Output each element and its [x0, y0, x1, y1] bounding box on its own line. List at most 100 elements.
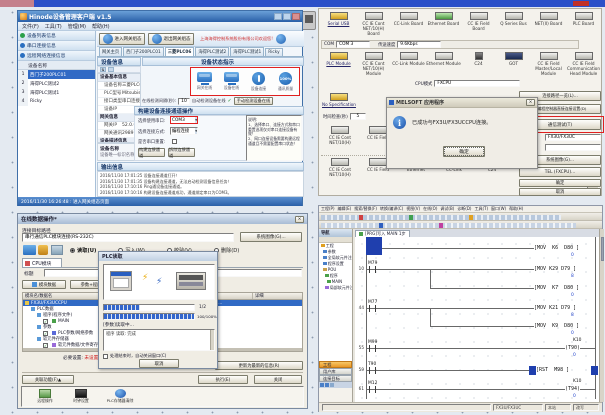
toolbar-row-2[interactable] [319, 221, 602, 229]
contact-icon[interactable] [369, 386, 376, 393]
property-group[interactable]: 设备基本信息 [98, 74, 140, 82]
module-got[interactable]: GOT [496, 52, 531, 76]
cancel-button[interactable]: 取消 [519, 188, 601, 196]
remote-operation-item[interactable]: 远程操作 [30, 389, 60, 404]
sort-icon[interactable]: ⇅ [100, 67, 106, 72]
menu-tool[interactable]: 工具(T) [474, 206, 488, 212]
nav-footer-strip[interactable] [319, 382, 352, 388]
instruction[interactable]: [MOV K29 D79 ] [534, 266, 576, 272]
module-cclink-board[interactable]: CC-Link Board [391, 12, 426, 36]
menu-manage[interactable]: 管理(M) [68, 23, 86, 30]
execute-button[interactable]: 执行(E) [198, 375, 248, 384]
coil[interactable]: (T94) [565, 386, 580, 392]
device-row[interactable]: 4 Ricky [18, 97, 95, 106]
module-ccie-field-head[interactable]: CC IE Field Communication Head Module [566, 52, 601, 76]
dialog-ok-button[interactable]: 确定 [443, 146, 485, 157]
maximize-button[interactable] [283, 13, 291, 20]
dialog-titlebar[interactable]: 在线数据操作* × [18, 214, 307, 224]
build-channel-button[interactable]: 构建连接通道 [138, 148, 165, 157]
system-image-button[interactable]: 系统图像(G)... [240, 232, 302, 242]
ok-button[interactable]: 确定 [519, 179, 601, 187]
cpu-module-tab[interactable]: CPU模块 [22, 258, 62, 267]
menu-project[interactable]: 工程(P) [321, 206, 335, 212]
module-ccie-cont-net[interactable]: CC IE Cont NET/10(H) [321, 158, 359, 177]
module-c24[interactable]: C24 [461, 52, 496, 76]
toolbar-circle-icon[interactable] [276, 34, 286, 44]
menu-window[interactable]: 窗口(W) [491, 206, 506, 212]
tab-device-1[interactable]: 西门子200PLC01 [123, 47, 164, 56]
module-net2-board[interactable]: NET(II) Board [531, 12, 566, 36]
device-row[interactable]: 3 海得PLC测试1 [18, 88, 95, 97]
menu-view[interactable]: 视图(V) [406, 206, 420, 212]
manual-check-button[interactable]: 手动检测设备在线 [234, 97, 274, 105]
property-row[interactable]: 设备名称三菱PLC01 [98, 82, 140, 90]
module-ethernet-board[interactable]: Ethernet Board [426, 12, 461, 36]
toolbar-row-1[interactable] [319, 213, 602, 221]
coil[interactable]: (T90) [565, 345, 580, 351]
device-row[interactable]: 2 海得PLC测试2 [18, 79, 95, 88]
connect-mode-select[interactable]: 编程连接 ▾ [170, 127, 198, 135]
menu-diagnostics[interactable]: 诊断(D) [457, 206, 471, 212]
module-plc-board[interactable]: PLC Board [566, 12, 601, 36]
dialog-titlebar[interactable]: MELSOFT 应用程序 × [387, 98, 537, 108]
ladder-canvas[interactable]: [MOV K6 D80 ] 0 10 M79 [MOV K29 D79 ] 8 … [355, 237, 599, 402]
enter-gateway-button[interactable]: 进入网关组态 [99, 33, 145, 45]
module-no-specification[interactable]: No Specification [321, 93, 357, 107]
module-ccie-field-board[interactable]: CC IE Field Board [461, 12, 496, 36]
progress-cancel-button[interactable]: 取消 [139, 359, 179, 368]
ladder-cursor-cell[interactable] [366, 237, 382, 255]
tab-device-2-selected[interactable]: 三菱PLC06 [165, 47, 195, 56]
list-scrollbar[interactable] [210, 330, 214, 350]
module-ccie-cont-module[interactable]: CC IE Cont NET/10(H) Module [356, 52, 391, 76]
tab-device-4[interactable]: 海得PLC测试1 [230, 47, 264, 56]
instruction[interactable]: [MOV K21 D79 ] [534, 305, 576, 311]
dialog-titlebar[interactable]: PLC读取 [99, 252, 217, 261]
speed-value-field[interactable]: 9.6Kbps [397, 41, 441, 48]
auto-close-checkbox[interactable] [103, 354, 108, 359]
module-data-button[interactable]: 模块数据 [22, 280, 66, 289]
menu-find[interactable]: 搜索/替换(F) [354, 206, 377, 212]
menu-edit[interactable]: 编辑(E) [338, 206, 352, 212]
scrollbar-thumb[interactable] [601, 237, 604, 261]
module-serial-usb[interactable]: Serial USB [321, 12, 356, 36]
dialog-close-icon[interactable]: × [526, 99, 535, 106]
tab-device-3[interactable]: 海得PLC测试2 [195, 47, 229, 56]
scrollbar-fragment[interactable] [301, 11, 316, 30]
reset-checkbox[interactable] [172, 139, 177, 144]
output-log[interactable]: 2016/11/30 17:01:25 设备连接通道打开！ 2016/11/30… [97, 171, 304, 197]
remove-channel-button[interactable]: 拆除连接通道 [168, 148, 195, 157]
menu-tools[interactable]: 工具(T) [45, 23, 62, 30]
exit-gateway-button[interactable]: 退出网关组态 [148, 33, 194, 45]
close-button[interactable] [292, 13, 300, 20]
vertical-scrollbar[interactable] [599, 229, 604, 402]
module-ethernet-module[interactable]: Ethernet Module [426, 52, 461, 76]
nav-button-project[interactable]: 工程 [319, 361, 352, 368]
com-port-select[interactable]: COM3 ▾ [170, 116, 198, 124]
menu-debug[interactable]: 调试(B) [440, 206, 454, 212]
interval-input[interactable]: 10 [178, 98, 190, 105]
tree-item[interactable]: 局部软元件注释 [319, 285, 352, 291]
property-row[interactable]: 接口类型串口连接 [98, 98, 140, 106]
instruction[interactable]: [MOV K9 D80 ] [534, 323, 579, 329]
instruction[interactable]: [MOV K7 D80 ] [534, 285, 579, 291]
module-ccie-cont-net[interactable]: CC IE Cont NET/10(H) [321, 126, 359, 145]
module-plc-module[interactable]: PLC Module [321, 52, 356, 76]
cpu-mode-field[interactable]: FXCPU [434, 80, 520, 87]
menu-help[interactable]: 帮助(H) [509, 206, 523, 212]
device-row-selected[interactable]: 1 西门子200PLC01 [18, 70, 95, 79]
module-q-series-bus[interactable]: Q Series Bus [496, 12, 531, 36]
menu-help[interactable]: 帮助(H) [92, 23, 110, 30]
category-icon[interactable] [108, 67, 114, 72]
related-functions-button[interactable]: 关联功能(F)▲ [22, 375, 74, 384]
menu-online[interactable]: 在线(O) [423, 206, 437, 212]
contact-icon[interactable] [369, 305, 376, 312]
contact-icon[interactable] [369, 345, 376, 352]
menu-file[interactable]: 文件(F) [22, 23, 39, 30]
com-value-field[interactable]: COM 3 [336, 41, 370, 48]
nav-button-connection[interactable]: 连接目标 [319, 375, 352, 382]
tab-device-5[interactable]: Ricky [265, 48, 282, 56]
ladder-document-tab[interactable]: [PRG]写入 MAIN 1步 [355, 230, 410, 237]
radio-read[interactable]: 读取(U) [70, 247, 96, 254]
contact-icon[interactable] [369, 367, 376, 374]
sidebar-section-device-list[interactable]: 设备列表信息 [18, 31, 95, 41]
